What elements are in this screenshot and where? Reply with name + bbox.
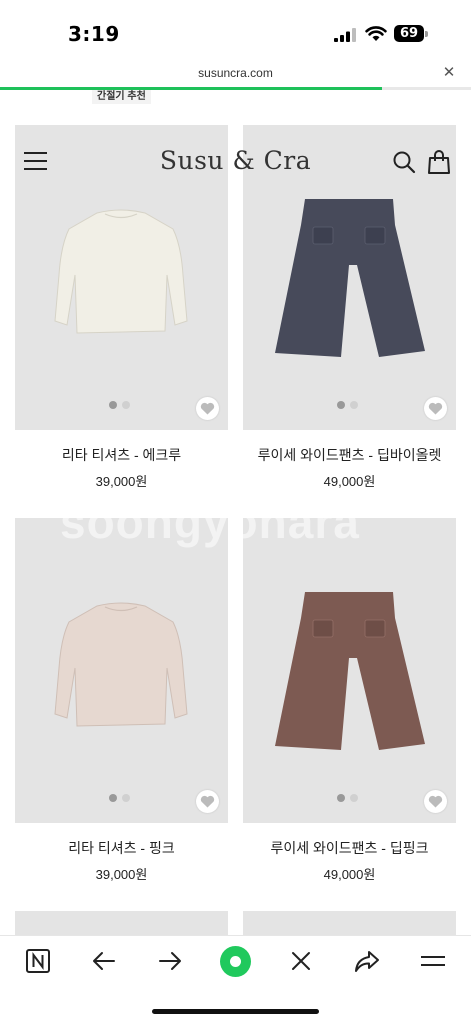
shopping-bag-icon[interactable] — [427, 149, 451, 175]
heart-icon — [428, 402, 443, 415]
carousel-dot-active[interactable] — [109, 794, 117, 802]
carousel-dot-active[interactable] — [109, 401, 117, 409]
image-carousel-dots[interactable] — [109, 400, 139, 410]
carousel-dot[interactable] — [122, 401, 130, 409]
product-name[interactable]: 리타 티셔츠 - 핑크 — [15, 838, 228, 858]
url-text[interactable]: susuncra.com — [0, 66, 471, 80]
battery-level: 69 — [399, 26, 419, 41]
wishlist-button[interactable] — [424, 790, 447, 813]
product-name[interactable]: 루이세 와이드팬츠 - 딥핑크 — [243, 838, 456, 858]
image-carousel-dots[interactable] — [337, 400, 367, 410]
carousel-dot-active[interactable] — [337, 794, 345, 802]
page-load-progress — [0, 87, 471, 90]
product-image-partial[interactable] — [243, 911, 456, 935]
home-circle-icon[interactable] — [220, 946, 251, 977]
menu-icon[interactable] — [418, 946, 448, 976]
heart-icon — [428, 795, 443, 808]
signal-icon — [334, 28, 356, 42]
product-name[interactable]: 리타 티셔츠 - 에크루 — [15, 445, 228, 465]
product-image[interactable] — [15, 518, 228, 823]
long-sleeve-tee-image — [54, 602, 188, 727]
naver-icon[interactable] — [23, 946, 53, 976]
product-price: 39,000원 — [95, 474, 148, 489]
carousel-dot[interactable] — [350, 794, 358, 802]
carousel-dot[interactable] — [350, 401, 358, 409]
product-price: 49,000원 — [323, 474, 376, 489]
heart-icon — [200, 795, 215, 808]
wishlist-button[interactable] — [196, 397, 219, 420]
wishlist-button[interactable] — [196, 790, 219, 813]
wishlist-button[interactable] — [424, 397, 447, 420]
product-image[interactable] — [243, 518, 456, 823]
product-price: 39,000원 — [95, 867, 148, 882]
heart-icon — [200, 402, 215, 415]
carousel-dot[interactable] — [122, 794, 130, 802]
battery-icon: 69 — [394, 25, 428, 42]
share-icon[interactable] — [352, 946, 382, 976]
search-icon[interactable] — [392, 150, 416, 174]
product-image-partial[interactable] — [15, 911, 228, 935]
status-time: 3:19 — [68, 22, 120, 46]
product-price: 49,000원 — [323, 867, 376, 882]
close-icon[interactable]: ✕ — [441, 65, 457, 81]
partial-banner: 간절기 추천 — [92, 90, 151, 104]
wide-pants-image — [275, 592, 425, 750]
product-name[interactable]: 루이세 와이드팬츠 - 딥바이올렛 — [243, 445, 456, 465]
home-indicator[interactable] — [152, 1009, 319, 1014]
image-carousel-dots[interactable] — [109, 793, 139, 803]
url-bar[interactable]: susuncra.com ✕ — [0, 62, 471, 88]
wifi-icon — [365, 26, 387, 41]
forward-arrow-icon[interactable] — [155, 946, 185, 976]
page-load-progress-fill — [0, 87, 382, 90]
carousel-dot-active[interactable] — [337, 401, 345, 409]
close-icon[interactable] — [286, 946, 316, 976]
back-arrow-icon[interactable] — [89, 946, 119, 976]
site-header: Susu & Cra — [0, 140, 471, 184]
image-carousel-dots[interactable] — [337, 793, 367, 803]
status-bar: 3:19 69 — [0, 0, 471, 62]
